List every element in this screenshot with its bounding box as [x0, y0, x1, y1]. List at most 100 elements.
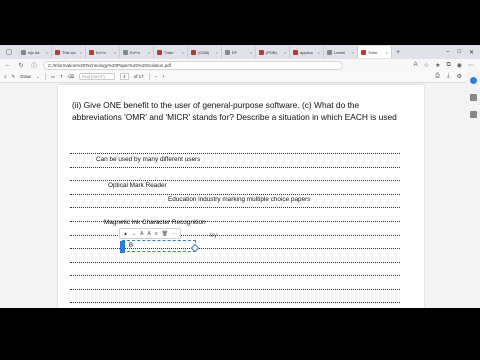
url-field[interactable]: C:/Information%20Technology%20Paper%20%2… [43, 60, 343, 70]
answer-line [70, 275, 400, 276]
draw-button[interactable]: Draw [20, 74, 31, 79]
tab-favicon-icon [259, 49, 264, 55]
add-tool-icon[interactable] [469, 111, 477, 118]
tab-favicon-icon [123, 49, 128, 55]
profile-icon[interactable]: ◉ [457, 62, 462, 69]
font-size-decrease-icon[interactable]: A [140, 231, 143, 237]
draw-icon[interactable]: ✎ [12, 74, 16, 80]
page-total-label: of 17 [133, 74, 144, 79]
back-arrow-icon[interactable]: ← [4, 62, 12, 68]
answer-text: Education industry marking multiple choi… [168, 196, 311, 203]
tab-favicon-icon [55, 49, 60, 55]
font-size-increase-icon[interactable]: A [148, 231, 151, 237]
tab-close-icon[interactable]: × [284, 50, 286, 55]
tab-close-icon[interactable]: × [318, 50, 320, 55]
text-annotation-content[interactable]: B [129, 243, 133, 249]
address-bar: ← ↻ ⓘ C:/Information%20Technology%20Pape… [0, 59, 480, 71]
divider [44, 73, 46, 80]
tab-close-icon[interactable]: × [250, 50, 252, 55]
favorite-star-icon[interactable]: ☆ [424, 62, 429, 69]
close-window-button[interactable]: ✕ [469, 49, 474, 56]
tab-label: wjc da [28, 49, 40, 55]
answer-line [70, 194, 400, 195]
new-tab-button[interactable]: + [392, 49, 404, 56]
answer-line [70, 262, 400, 263]
browser-tab[interactable]: "Infor × [154, 46, 188, 58]
text-spacing-icon[interactable]: ≡ [155, 231, 158, 237]
search-icon[interactable] [469, 94, 477, 101]
search-input[interactable]: Find (Ctrl+F) [79, 73, 116, 80]
text-icon[interactable]: T [60, 74, 63, 79]
tab-close-icon[interactable]: × [352, 50, 354, 55]
more-menu-icon[interactable]: ⋯ [468, 62, 474, 69]
page-number-field[interactable]: 4 [120, 73, 129, 80]
resize-handle-right[interactable] [190, 243, 200, 253]
print-icon[interactable]: ⎙ [435, 73, 440, 80]
answer-line [70, 153, 400, 154]
tab-close-icon[interactable]: × [46, 50, 48, 55]
collections-icon[interactable]: ⧉ [446, 62, 450, 69]
resize-handle-left[interactable] [120, 241, 125, 253]
browser-tab[interactable]: (ODB) × [188, 46, 222, 58]
browser-tab[interactable]: Learni × [324, 46, 358, 58]
answer-line [70, 180, 400, 181]
browser-tab[interactable]: wjc da × [18, 46, 52, 58]
pdf-page: (ii) Give ONE benefit to the user of gen… [58, 85, 424, 308]
browser-tab[interactable]: This wo × [52, 46, 86, 58]
window-controls: – □ ✕ [446, 49, 480, 56]
save-icon[interactable]: ⤓ [447, 73, 450, 80]
answer-text: Magnetic Ink Character Recognition [104, 219, 206, 226]
answer-line [70, 207, 400, 208]
tab-favicon-icon [89, 49, 94, 55]
eraser-icon[interactable]: ⌫ [68, 74, 74, 80]
browser-tab[interactable]: EF × [222, 46, 256, 58]
minimize-button[interactable]: – [446, 49, 449, 56]
browser-tab[interactable]: (PDB) × [256, 46, 290, 58]
favorites-icon[interactable]: ★ [435, 62, 440, 69]
text-annotation-box[interactable]: B [120, 240, 200, 253]
zoom-out-button[interactable]: – [155, 74, 158, 79]
read-aloud-icon[interactable]: A [414, 62, 418, 69]
edge-sidebar [466, 71, 480, 308]
delete-icon[interactable]: 🗑 [162, 231, 168, 237]
more-options-icon[interactable]: ⋯ [172, 231, 177, 237]
tab-close-icon[interactable]: × [80, 50, 82, 55]
tab-close-icon[interactable]: × [114, 50, 116, 55]
tab-actions-icon[interactable]: ▢ [0, 48, 18, 56]
font-color-icon[interactable]: ▲ [123, 231, 128, 237]
tab-favicon-icon [157, 49, 162, 55]
tab-close-icon[interactable]: × [386, 50, 388, 55]
zoom-in-button[interactable]: + [162, 74, 165, 79]
browser-tab[interactable]: Kn*m × [86, 46, 120, 58]
tab-label: Learni [334, 49, 346, 55]
text-format-toolbar: ▲ ⌄ A A ≡ 🗑 ⋯ [119, 228, 182, 239]
tab-favicon-icon [327, 49, 332, 55]
browser-tab[interactable]: applica × [290, 46, 324, 58]
answer-line [70, 289, 400, 290]
tab-label: Kn*m [96, 49, 106, 55]
tab-strip: ▢ wjc da × This wo × Kn*m × Kn*m × "Infor × (ODB) ×… [0, 45, 480, 59]
tab-close-icon[interactable]: × [182, 50, 184, 55]
copilot-icon[interactable] [469, 77, 477, 84]
maximize-button[interactable]: □ [457, 49, 461, 56]
tab-favicon-icon [191, 49, 196, 55]
browser-window: ▢ wjc da × This wo × Kn*m × Kn*m × "Infor × (ODB) ×… [0, 45, 480, 308]
tab-close-icon[interactable]: × [148, 50, 150, 55]
file-info-icon[interactable]: ⓘ [30, 61, 38, 70]
browser-tab[interactable]: Kn*m × [120, 46, 154, 58]
chevron-down-icon[interactable]: ⌄ [36, 74, 40, 80]
chevron-down-icon[interactable]: ⌄ [132, 231, 136, 237]
tab-label: applica [300, 49, 313, 55]
contents-icon[interactable]: ≡ [4, 74, 7, 79]
highlight-icon[interactable]: ▭ [51, 74, 55, 80]
refresh-icon[interactable]: ↻ [17, 62, 25, 69]
tab-favicon-icon [293, 49, 298, 55]
browser-tab[interactable]: "Infor × [358, 46, 392, 58]
answer-text: Optical Mark Reader [108, 182, 167, 189]
tab-close-icon[interactable]: × [216, 50, 218, 55]
answer-line [70, 302, 400, 303]
pdf-toolbar: ≡ ✎ Draw ⌄ ▭ T ⌫ Find (Ctrl+F) 4 of 17 –… [0, 71, 480, 83]
tab-label: "Infor [164, 49, 174, 55]
settings-icon[interactable]: ⚙ [457, 73, 462, 80]
question-text: (ii) Give ONE benefit to the user of gen… [72, 100, 397, 122]
